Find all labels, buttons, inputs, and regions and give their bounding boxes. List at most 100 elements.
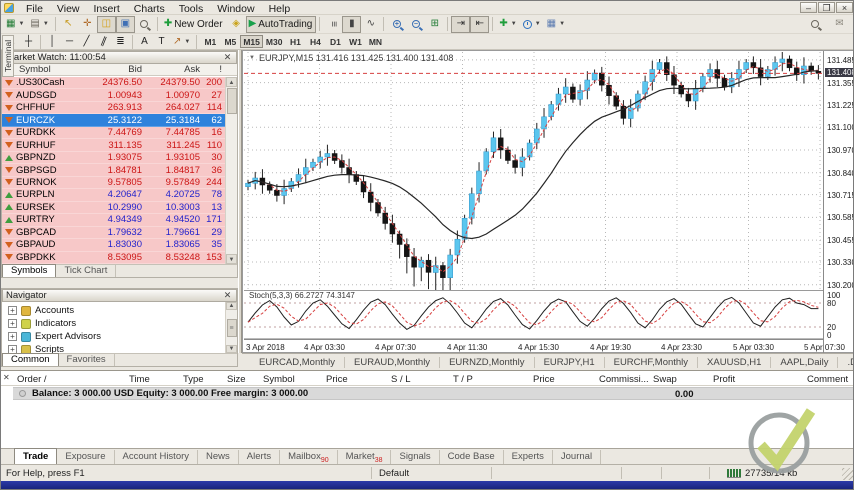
market-watch-row[interactable]: EURHUF 311.135 311.245 110: [2, 139, 225, 152]
terminal-column-10[interactable]: Swap: [653, 374, 677, 385]
market-watch-row[interactable]: AUDSGD 1.00943 1.00970 27: [2, 89, 225, 102]
channel-tool[interactable]: ∥: [95, 35, 112, 49]
market-watch-row[interactable]: GBPSGD 1.84781 1.84817 36: [2, 164, 225, 177]
terminal-side-tab[interactable]: Terminal: [2, 34, 14, 77]
market-watch-toggle[interactable]: ◫: [96, 15, 116, 33]
navigator-item-expert-advisors[interactable]: + Expert Advisors: [2, 330, 225, 343]
expand-icon[interactable]: +: [8, 306, 17, 315]
zoom-in-button[interactable]: +: [387, 16, 406, 33]
terminal-tab-journal[interactable]: Journal: [553, 450, 602, 464]
navigator-item-accounts[interactable]: + Accounts: [2, 304, 225, 317]
balance-row[interactable]: Balance: 3 000.00 USD Equity: 3 000.00 F…: [13, 387, 853, 400]
market-watch-row[interactable]: EURCZK 25.3122 25.3184 62: [2, 114, 225, 127]
terminal-tab-alerts[interactable]: Alerts: [239, 450, 281, 464]
terminal-tab-signals[interactable]: Signals: [391, 450, 440, 464]
minimize-button[interactable]: –: [800, 2, 817, 13]
terminal-column-12[interactable]: Comment: [807, 374, 848, 385]
terminal-column-9[interactable]: Commissi...: [599, 374, 649, 385]
indicators-button[interactable]: ✚ ▼: [496, 16, 519, 33]
cursor-button[interactable]: ↖: [59, 16, 78, 33]
terminal-tab-market[interactable]: Market38: [338, 450, 392, 464]
crosshair-tool[interactable]: ┼: [20, 35, 37, 49]
terminal-column-1[interactable]: Time: [129, 374, 150, 385]
terminal-tab-account-history[interactable]: Account History: [115, 450, 199, 464]
time-axis[interactable]: 3 Apr 2018 4 Apr 03:30 4 Apr 07:30 4 Apr 11…: [244, 339, 845, 353]
market-watch-row[interactable]: EURNOK 9.57805 9.57849 244: [2, 176, 225, 190]
trendline-tool[interactable]: ╱: [78, 35, 95, 49]
scrollbar-thumb[interactable]: ≡: [226, 318, 237, 337]
timeframe-m15[interactable]: M15: [240, 35, 263, 48]
periods-button[interactable]: ▼: [520, 16, 544, 33]
text-tool[interactable]: A: [136, 35, 153, 49]
crosshair-button[interactable]: ✛: [78, 16, 97, 33]
market-watch-row[interactable]: GBPAUD 1.83030 1.83065 35: [2, 239, 225, 252]
column-spread[interactable]: !: [200, 64, 225, 75]
menu-file[interactable]: File: [19, 3, 50, 15]
terminal-tab-exposure[interactable]: Exposure: [57, 450, 115, 464]
market-watch-row[interactable]: EURSEK 10.2990 10.3003 13: [2, 201, 225, 215]
market-watch-row[interactable]: GBPCAD 1.79632 1.79661 29: [2, 226, 225, 240]
timeframe-mn[interactable]: MN: [365, 35, 385, 48]
navigator-toggle[interactable]: ▣: [115, 15, 135, 33]
navigator-scrollbar[interactable]: ▲ ≡ ▼: [225, 302, 237, 353]
chart-tab-euraud-monthly[interactable]: EURAUD,Monthly: [345, 356, 441, 368]
profiles-button[interactable]: ▤ ▼: [27, 16, 51, 33]
tab-symbols[interactable]: Symbols: [2, 264, 57, 277]
column-ask[interactable]: Ask: [142, 64, 200, 75]
restore-button[interactable]: ❐: [818, 2, 835, 13]
vertical-line-tool[interactable]: │: [44, 35, 61, 49]
terminal-column-5[interactable]: Price: [326, 374, 348, 385]
column-symbol[interactable]: Symbol: [2, 64, 84, 75]
market-watch-scrollbar[interactable]: ▲ ▼: [225, 77, 237, 264]
terminal-column-6[interactable]: S / L: [391, 374, 411, 385]
timeframe-w1[interactable]: W1: [345, 35, 365, 48]
terminal-tab-trade[interactable]: Trade: [14, 448, 58, 464]
terminal-column-7[interactable]: T / P: [453, 374, 473, 385]
terminal-column-0[interactable]: Order /: [17, 374, 47, 385]
terminal-tab-code-base[interactable]: Code Base: [440, 450, 504, 464]
search-button[interactable]: [805, 16, 824, 33]
price-axis[interactable]: 131.485 131.355 131.225 131.100 130.970 130.8…: [823, 51, 853, 354]
timeframe-m5[interactable]: M5: [220, 35, 240, 48]
timeframe-h4[interactable]: H4: [305, 35, 325, 48]
chart-tab-aapl-daily[interactable]: AAPL,Daily: [771, 356, 839, 368]
market-watch-row[interactable]: EURTRY 4.94349 4.94520 171: [2, 214, 225, 227]
collapse-icon[interactable]: ▼: [249, 55, 255, 61]
menu-charts[interactable]: Charts: [127, 3, 172, 15]
chart-tab-eurcad-monthly[interactable]: EURCAD,Monthly: [250, 356, 346, 368]
scroll-down-icon[interactable]: ▼: [226, 254, 237, 264]
strategy-tester-toggle[interactable]: [135, 16, 154, 33]
expand-icon[interactable]: +: [8, 319, 17, 328]
market-watch-row[interactable]: EURPLN 4.20647 4.20725 78: [2, 189, 225, 202]
chart-tab-eurchf-monthly[interactable]: EURCHF,Monthly: [605, 356, 699, 368]
scroll-down-icon[interactable]: ▼: [226, 345, 237, 353]
scroll-up-icon[interactable]: ▲: [226, 302, 237, 310]
auto-scroll-button[interactable]: ⇥: [451, 15, 471, 33]
tab-favorites[interactable]: Favorites: [59, 354, 115, 366]
chat-button[interactable]: ✉: [830, 16, 849, 33]
market-watch-row[interactable]: CHFHUF 263.913 264.027 114: [2, 101, 225, 115]
chart-tab-eurnzd-monthly[interactable]: EURNZD,Monthly: [440, 356, 535, 368]
menu-insert[interactable]: Insert: [87, 3, 127, 15]
autotrading-button[interactable]: ▶ AutoTrading: [245, 15, 317, 33]
terminal-tab-news[interactable]: News: [198, 450, 239, 464]
close-button[interactable]: ×: [836, 2, 853, 13]
line-chart-button[interactable]: ∿: [361, 16, 380, 33]
column-bid[interactable]: Bid: [84, 64, 142, 75]
timeframe-h1[interactable]: H1: [285, 35, 305, 48]
navigator-close-icon[interactable]: ✕: [222, 290, 233, 301]
horizontal-line-tool[interactable]: ─: [61, 35, 78, 49]
terminal-tab-experts[interactable]: Experts: [504, 450, 553, 464]
tab-common[interactable]: Common: [2, 353, 59, 366]
timeframe-m1[interactable]: M1: [200, 35, 220, 48]
market-watch-titlebar[interactable]: Market Watch: 11:00:54 ✕: [2, 51, 237, 64]
chart-tab-xauusd-h1[interactable]: XAUUSD,H1: [698, 356, 772, 368]
arrows-tool[interactable]: ↗ ▼: [170, 35, 193, 49]
terminal-column-8[interactable]: Price: [533, 374, 555, 385]
menu-tools[interactable]: Tools: [172, 3, 211, 15]
candlestick-chart[interactable]: [244, 52, 822, 290]
menu-help[interactable]: Help: [262, 3, 298, 15]
terminal-tab-mailbox[interactable]: Mailbox90: [280, 450, 338, 464]
resize-grip[interactable]: [842, 468, 853, 480]
metaeditor-button[interactable]: ◈: [227, 16, 246, 33]
